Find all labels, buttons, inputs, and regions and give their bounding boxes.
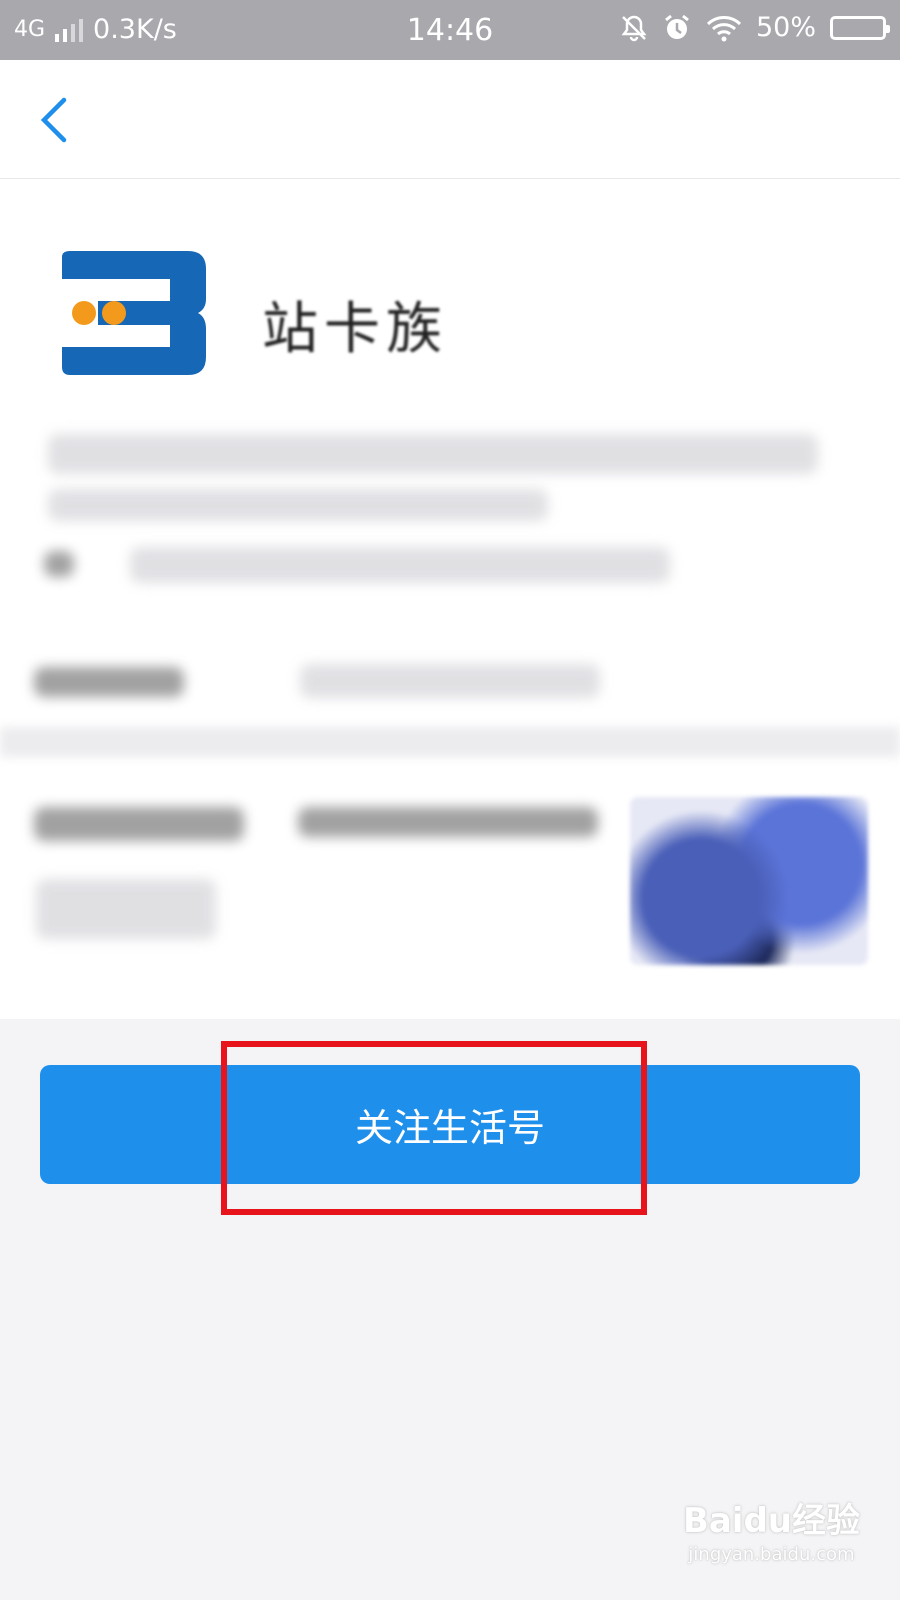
obscured-text (48, 434, 818, 474)
watermark-main: Baidu经验 (682, 1501, 860, 1541)
obscured-text (34, 667, 184, 697)
back-button[interactable] (30, 90, 80, 150)
nav-bar (0, 60, 900, 179)
divider (0, 727, 900, 757)
status-bar: 4G 0.3K/s 14:46 50% (0, 0, 900, 60)
obscured-text (300, 664, 600, 698)
battery-icon (830, 15, 890, 40)
chevron-left-icon (40, 97, 67, 143)
obscured-text (36, 879, 216, 939)
account-logo (62, 251, 206, 375)
obscured-text (130, 547, 670, 583)
status-right: 50% (620, 12, 890, 43)
follow-button-label: 关注生活号 (354, 1106, 545, 1150)
watermark: Baidu经验 jingyan.baidu.com (683, 1493, 860, 1565)
battery-percent: 50% (755, 12, 816, 43)
obscured-text (48, 489, 548, 521)
wifi-icon (706, 15, 742, 41)
article-thumbnail (630, 797, 868, 965)
profile-card: 站卡族 (0, 179, 900, 1019)
obscured-text (44, 551, 74, 577)
obscured-text (34, 807, 244, 841)
follow-button[interactable]: 关注生活号 (40, 1065, 860, 1184)
account-name: 站卡族 (262, 297, 448, 362)
watermark-sub: jingyan.baidu.com (688, 1544, 855, 1565)
notifications-off-icon (621, 15, 647, 41)
alarm-icon (665, 14, 689, 39)
obscured-text (298, 807, 598, 837)
